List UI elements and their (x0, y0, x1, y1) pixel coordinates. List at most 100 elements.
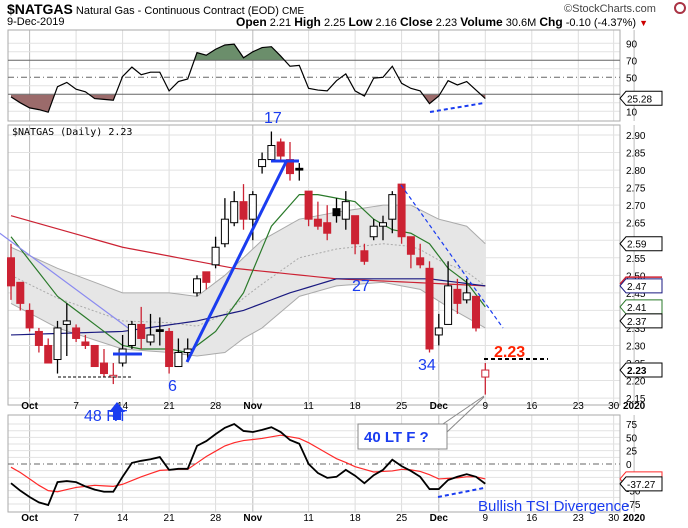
candle-body (313, 218, 322, 227)
candle-body (267, 145, 276, 161)
stockchart: $NATGAS Natural Gas - Continuous Contrac… (0, 0, 688, 528)
tsi-tick-label: 75 (626, 420, 638, 431)
x-tick-label: Nov (243, 513, 262, 524)
x-tick-label: 14 (117, 513, 129, 524)
price-tick-label: 2.55 (626, 254, 646, 265)
price-tick-label: 2.65 (626, 219, 646, 230)
candle-body (276, 141, 285, 157)
price-tick-label: 2.20 (626, 377, 646, 388)
candle-body (90, 344, 99, 368)
ema-value-tag: 2.41 (627, 303, 647, 314)
candle-body (100, 362, 108, 375)
candle-body (434, 327, 443, 336)
x-tick-label: 18 (350, 513, 362, 524)
candle-body (118, 348, 127, 364)
tsi-tick-label: 50 (626, 433, 638, 444)
wave-label-6: 6 (168, 378, 177, 395)
price-tick-label: 2.90 (626, 131, 646, 142)
close-price-tag: 2.23 (627, 366, 647, 377)
wave-label-17: 17 (264, 110, 282, 127)
candle-body (304, 190, 313, 220)
x-tick-label: 28 (210, 401, 222, 412)
callout-text: 40 LT F ? (364, 429, 429, 446)
x-tick-label: 25 (396, 513, 408, 524)
candle-body (72, 327, 81, 339)
candle-body (462, 292, 471, 301)
x-tick-label: 2020 (623, 401, 646, 412)
tsi-divergence-label: Bullish TSI Divergence (478, 498, 629, 515)
candle-body (25, 309, 34, 329)
rsi-tick-label: 70 (626, 56, 638, 67)
candle-body (220, 218, 229, 245)
tsi-tick-label: 0 (626, 460, 632, 471)
candle-body (202, 271, 211, 283)
x-tick-label: Dec (430, 401, 449, 412)
candle-body (351, 215, 360, 245)
candle-body (481, 369, 490, 378)
candle-body (472, 295, 480, 329)
candle-body (239, 201, 248, 220)
x-tick-label: 30 (608, 401, 620, 412)
x-tick-label: 11 (303, 513, 314, 524)
candle-body (137, 323, 146, 339)
candle-body (258, 159, 267, 168)
candle-body (81, 341, 90, 346)
price-tick-label: 2.70 (626, 201, 646, 212)
x-tick-label: 9 (483, 401, 489, 412)
ma-value-tag: 2.47 (627, 282, 647, 293)
price-tick-label: 2.85 (626, 149, 646, 160)
candle-body (34, 330, 43, 346)
bb-upper-tag: 2.59 (627, 240, 647, 251)
candle-body (425, 267, 434, 350)
candle-body (388, 194, 397, 220)
x-tick-label: 28 (210, 513, 222, 524)
candle-body (406, 236, 415, 255)
candle-body (248, 194, 257, 220)
rsi-line (10, 43, 486, 113)
candle-body (211, 246, 220, 266)
rsi-value-tag: 25.28 (627, 94, 652, 105)
candle-body (397, 183, 406, 238)
price-label-223: 2.23 (494, 344, 525, 361)
x-tick-label: 21 (164, 401, 176, 412)
candle-body (53, 327, 62, 361)
price-tick-label: 2.30 (626, 341, 646, 352)
main-panel-label: $NATGAS (Daily) 2.23 (12, 127, 132, 138)
x-tick-label: 11 (303, 401, 314, 412)
price-panel: $NATGAS (Daily) 2.23 (0, 127, 548, 395)
candle-body (332, 208, 341, 217)
candle-body (295, 167, 304, 171)
rsi-tick-label: 50 (626, 73, 638, 84)
chart-canvas: $NATGAS (Daily) 2.23 907050102.152.202.2… (0, 29, 663, 524)
price-tick-label: 2.75 (626, 184, 646, 195)
candle-body (323, 222, 332, 234)
wave-label-27: 27 (352, 278, 370, 295)
rsi-divergence-line (429, 102, 485, 113)
x-tick-label: 7 (73, 513, 79, 524)
candle-body (155, 329, 164, 332)
candle-body (7, 257, 15, 287)
candle-body (165, 330, 174, 368)
price-tick-label: 2.80 (626, 166, 646, 177)
candle-body (369, 225, 378, 238)
candle-body (127, 323, 136, 346)
candle-body (416, 257, 425, 266)
x-tick-label: Oct (21, 401, 38, 412)
candle-body (183, 348, 192, 353)
candle-body (444, 285, 453, 325)
x-tick-label: Oct (21, 513, 38, 524)
x-tick-label: 7 (73, 401, 79, 412)
candle-body (230, 201, 239, 224)
candle-body (44, 344, 53, 364)
rsi-panel (8, 43, 620, 113)
tsi-divergence-line (437, 487, 485, 498)
x-tick-label: Nov (243, 401, 262, 412)
candle-body (62, 320, 71, 325)
x-tick-label: Dec (430, 513, 449, 524)
candle-body (341, 201, 350, 220)
candle-body (360, 250, 369, 262)
tsi-tick-label: 25 (626, 447, 638, 458)
candle-body (16, 281, 25, 304)
wave-label-34: 34 (418, 357, 436, 374)
candle-body (193, 278, 201, 294)
